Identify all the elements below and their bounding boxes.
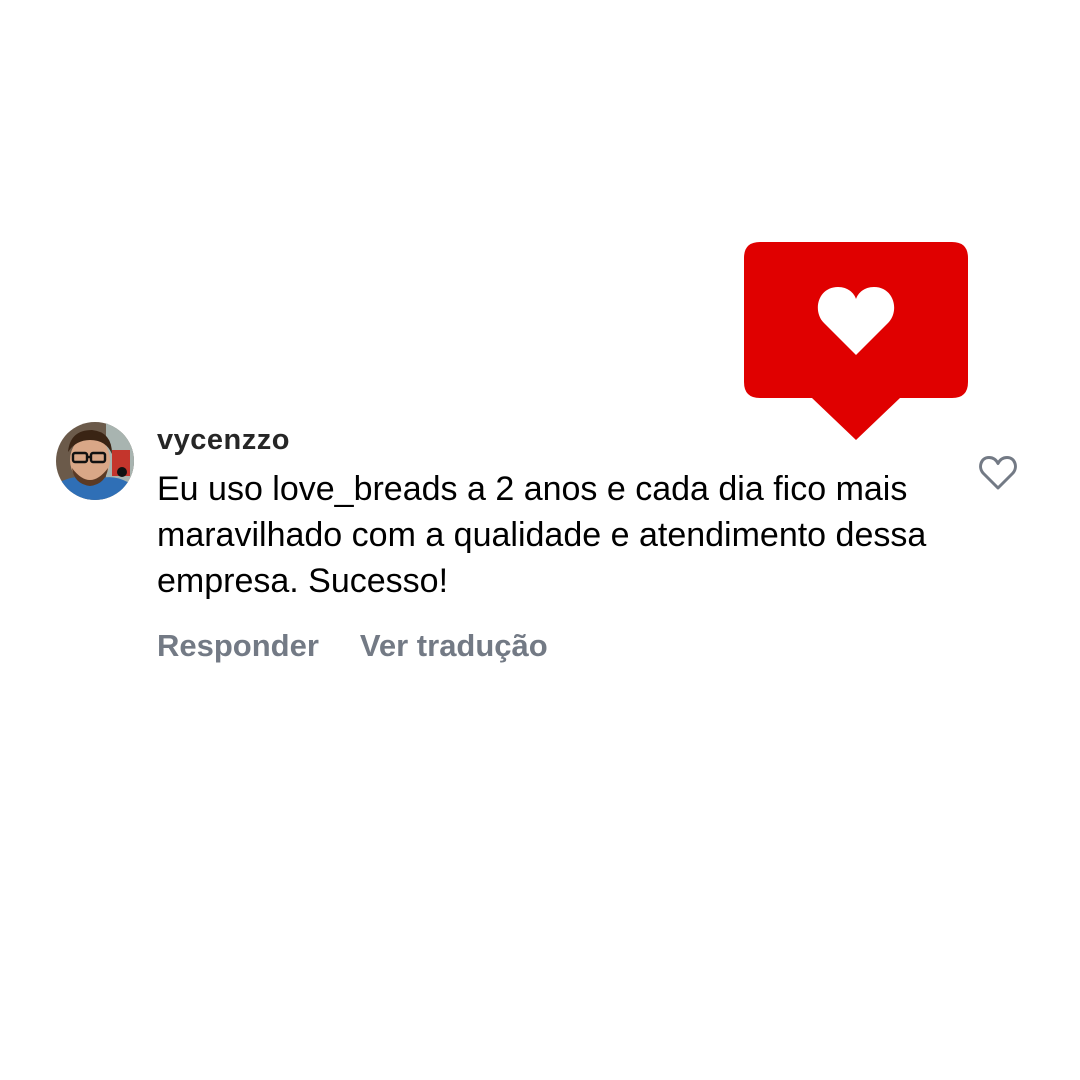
heart-outline-icon <box>979 456 1017 490</box>
reply-button[interactable]: Responder <box>157 628 319 664</box>
like-comment-button[interactable] <box>978 454 1018 492</box>
comment-item: vycenzzo Eu uso love_breads a 2 anos e c… <box>56 422 1036 672</box>
like-notification-badge <box>744 242 968 440</box>
comment-actions: Responder Ver tradução <box>157 628 947 664</box>
like-notification-bubble <box>744 242 968 440</box>
avatar[interactable] <box>56 422 134 500</box>
comment-body: vycenzzo Eu uso love_breads a 2 anos e c… <box>157 422 947 664</box>
avatar-image <box>56 422 134 500</box>
comment-username[interactable]: vycenzzo <box>157 422 947 458</box>
comment-text: Eu uso love_breads a 2 anos e cada dia f… <box>157 470 927 600</box>
see-translation-button[interactable]: Ver tradução <box>360 628 548 664</box>
